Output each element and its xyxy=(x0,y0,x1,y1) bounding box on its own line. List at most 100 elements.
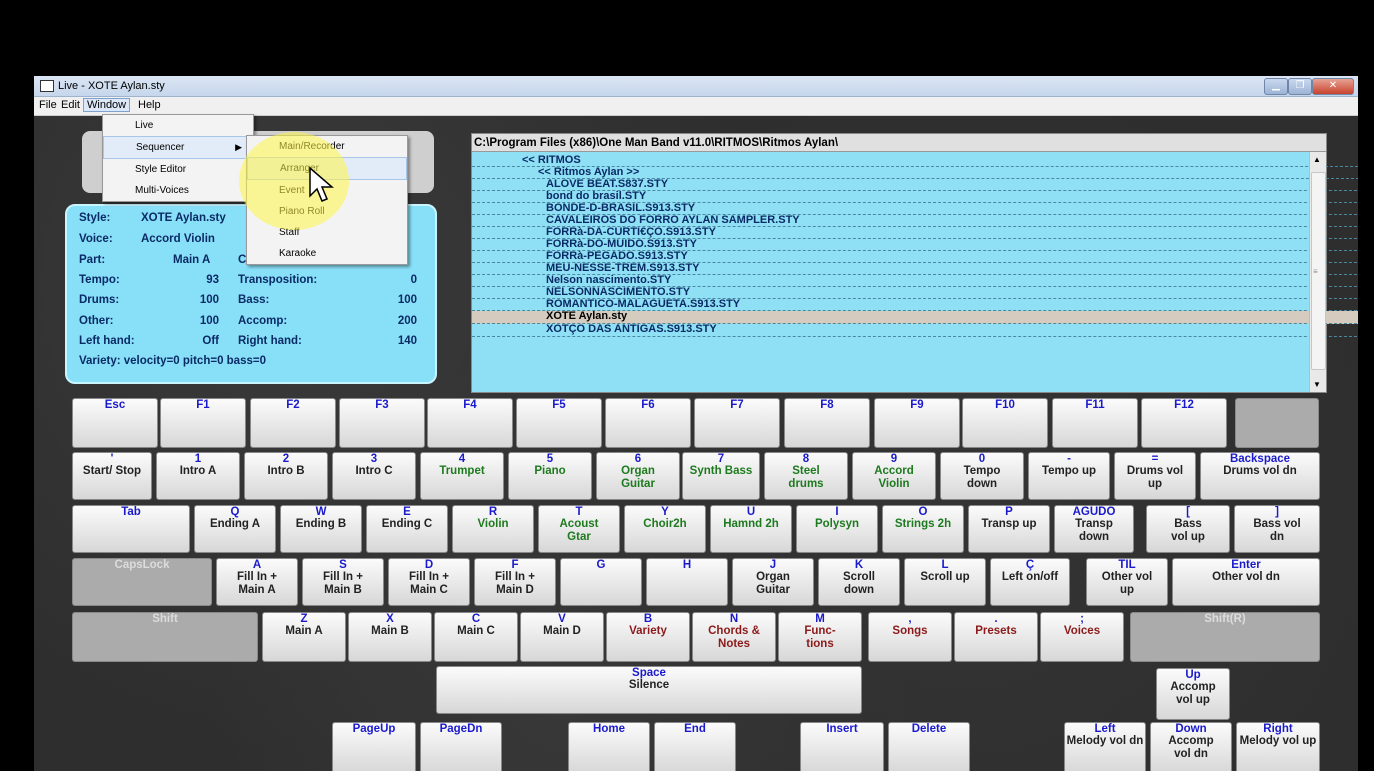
menu-file[interactable]: File xyxy=(36,99,60,111)
key-f9[interactable]: F9 xyxy=(874,398,960,448)
key-1-intro-a[interactable]: 1 Intro A xyxy=(156,452,240,500)
close-button[interactable]: ✕ xyxy=(1312,78,1354,95)
key-o-strings-2h[interactable]: O Strings 2h xyxy=(882,505,964,553)
key-shift-right[interactable]: Shift(R) xyxy=(1130,612,1320,662)
key-3-intro-c[interactable]: 3 Intro C xyxy=(332,452,416,500)
menu-item-staff[interactable]: Staff xyxy=(247,222,407,243)
key-j-organ-guitar[interactable]: J Organ Guitar xyxy=(732,558,814,606)
key-r-violin[interactable]: R Violin xyxy=(452,505,534,553)
menu-item-style-editor[interactable]: Style Editor xyxy=(103,159,253,180)
key-u-hamnd-2h[interactable]: U Hamnd 2h xyxy=(710,505,792,553)
key-f1[interactable]: F1 xyxy=(160,398,246,448)
key-down-accomp-vol-dn[interactable]: Down Accomp vol dn xyxy=(1150,722,1232,771)
key-h[interactable]: H xyxy=(646,558,728,606)
key-g[interactable]: G xyxy=(560,558,642,606)
key-pageup[interactable]: PageUp xyxy=(332,722,416,771)
minimize-button[interactable]: ▁ xyxy=(1264,78,1288,95)
key-f10[interactable]: F10 xyxy=(962,398,1048,448)
key-e-ending-c[interactable]: E Ending C xyxy=(366,505,448,553)
key-insert[interactable]: Insert xyxy=(800,722,884,771)
menu-item-multi-voices[interactable]: Multi-Voices xyxy=(103,180,253,201)
key-delete[interactable]: Delete xyxy=(888,722,970,771)
key-d-fill-main-c[interactable]: D Fill In + Main C xyxy=(388,558,470,606)
key-period-presets[interactable]: . Presets xyxy=(954,612,1038,662)
key-p-transp-up[interactable]: P Transp up xyxy=(968,505,1050,553)
key-l-scroll-up[interactable]: L Scroll up xyxy=(904,558,986,606)
key-z-main-a[interactable]: Z Main A xyxy=(262,612,346,662)
key-equal-drums-vol-up[interactable]: = Drums vol up xyxy=(1114,452,1196,500)
key-f4[interactable]: F4 xyxy=(427,398,513,448)
scroll-down-arrow-icon[interactable]: ▼ xyxy=(1313,380,1321,389)
menu-item-event[interactable]: Event xyxy=(247,180,407,201)
key-right-melody-vol-up[interactable]: Right Melody vol up xyxy=(1236,722,1320,771)
app-icon xyxy=(40,80,54,92)
key-f2[interactable]: F2 xyxy=(250,398,336,448)
key-minus-tempo-up[interactable]: - Tempo up xyxy=(1028,452,1110,500)
key-i-polysyn[interactable]: I Polysyn xyxy=(796,505,878,553)
key-t-acoust-gtar[interactable]: T Acoust Gtar xyxy=(538,505,620,553)
key-7-synth-bass[interactable]: 7 Synth Bass xyxy=(682,452,760,500)
key-x-main-b[interactable]: X Main B xyxy=(348,612,432,662)
menu-item-karaoke[interactable]: Karaoke xyxy=(247,243,407,264)
menu-item-sequencer[interactable]: Sequencer ▶ xyxy=(103,136,253,159)
key-f12[interactable]: F12 xyxy=(1141,398,1227,448)
key-f8[interactable]: F8 xyxy=(784,398,870,448)
key-q-ending-a[interactable]: Q Ending A xyxy=(194,505,276,553)
key-y-choir2h[interactable]: Y Choir2h xyxy=(624,505,706,553)
key-semicolon-voices[interactable]: ; Voices xyxy=(1040,612,1124,662)
key-a-fill-main-a[interactable]: A Fill In + Main A xyxy=(216,558,298,606)
key-rbracket-bass-vol-dn[interactable]: ] Bass vol dn xyxy=(1234,505,1320,553)
transposition-label: Transposition: xyxy=(238,274,318,286)
key-f3[interactable]: F3 xyxy=(339,398,425,448)
key-tab[interactable]: Tab xyxy=(72,505,190,553)
key-home[interactable]: Home xyxy=(568,722,650,771)
key-up-accomp-vol-up[interactable]: Up Accomp vol up xyxy=(1156,668,1230,720)
menu-window[interactable]: Window xyxy=(83,98,131,112)
key-f6[interactable]: F6 xyxy=(605,398,691,448)
key-v-main-d[interactable]: V Main D xyxy=(520,612,604,662)
menu-edit[interactable]: Edit xyxy=(58,99,83,111)
menu-item-main-recorder[interactable]: Main/Recorder xyxy=(247,136,407,157)
key-start-stop[interactable]: ' Start/ Stop xyxy=(72,452,152,500)
key-f5[interactable]: F5 xyxy=(516,398,602,448)
maximize-button[interactable]: ❐ xyxy=(1288,78,1312,95)
key-backspace-drums-vol-dn[interactable]: Backspace Drums vol dn xyxy=(1200,452,1320,500)
menu-help[interactable]: Help xyxy=(135,99,164,111)
key-w-ending-b[interactable]: W Ending B xyxy=(280,505,362,553)
key-agudo-transp-down[interactable]: AGUDO Transp down xyxy=(1054,505,1134,553)
menu-item-arranger[interactable]: Arranger xyxy=(247,157,407,180)
key-end[interactable]: End xyxy=(654,722,736,771)
list-item[interactable]: XOTÇO DAS ANTIGAS.S913.STY xyxy=(472,324,1358,337)
key-0-tempo-down[interactable]: 0 Tempo down xyxy=(940,452,1024,500)
key-2-intro-b[interactable]: 2 Intro B xyxy=(244,452,328,500)
key-n-chords-notes[interactable]: N Chords & Notes xyxy=(692,612,776,662)
key-c-main-c[interactable]: C Main C xyxy=(434,612,518,662)
key-5-piano[interactable]: 5 Piano xyxy=(508,452,592,500)
key-capslock[interactable]: CapsLock xyxy=(72,558,212,606)
key-left-melody-vol-dn[interactable]: Left Melody vol dn xyxy=(1064,722,1146,771)
key-comma-songs[interactable]: , Songs xyxy=(868,612,952,662)
key-f11[interactable]: F11 xyxy=(1052,398,1138,448)
key-esc[interactable]: Esc xyxy=(72,398,158,448)
scroll-up-arrow-icon[interactable]: ▲ xyxy=(1313,155,1321,164)
key-shift-left[interactable]: Shift xyxy=(72,612,258,662)
key-cedil-left-on-off[interactable]: Ç Left on/off xyxy=(990,558,1070,606)
key-enter-other-vol-dn[interactable]: Enter Other vol dn xyxy=(1172,558,1320,606)
key-s-fill-main-b[interactable]: S Fill In + Main B xyxy=(302,558,384,606)
key-9-accord-violin[interactable]: 9 Accord Violin xyxy=(852,452,936,500)
key-8-steel-drums[interactable]: 8 Steel drums xyxy=(764,452,848,500)
key-b-variety[interactable]: B Variety xyxy=(606,612,690,662)
menu-item-live[interactable]: Live xyxy=(103,115,253,136)
key-til-other-vol-up[interactable]: TIL Other vol up xyxy=(1086,558,1168,606)
key-m-functions[interactable]: M Func- tions xyxy=(778,612,862,662)
menu-item-piano-roll[interactable]: Piano Roll xyxy=(247,201,407,222)
key-k-scroll-down[interactable]: K Scroll down xyxy=(818,558,900,606)
key-4-trumpet[interactable]: 4 Trumpet xyxy=(420,452,504,500)
key-f-fill-main-d[interactable]: F Fill In + Main D xyxy=(474,558,556,606)
key-6-organ-guitar[interactable]: 6 Organ Guitar xyxy=(596,452,680,500)
key-pagedn[interactable]: PageDn xyxy=(420,722,502,771)
key-space-silence[interactable]: Space Silence xyxy=(436,666,862,714)
key-lbracket-bass-vol-up[interactable]: [Bass vol up xyxy=(1146,505,1230,553)
list-scrollbar[interactable]: ▲ ≡ ▼ xyxy=(1309,152,1326,392)
key-f7[interactable]: F7 xyxy=(694,398,780,448)
